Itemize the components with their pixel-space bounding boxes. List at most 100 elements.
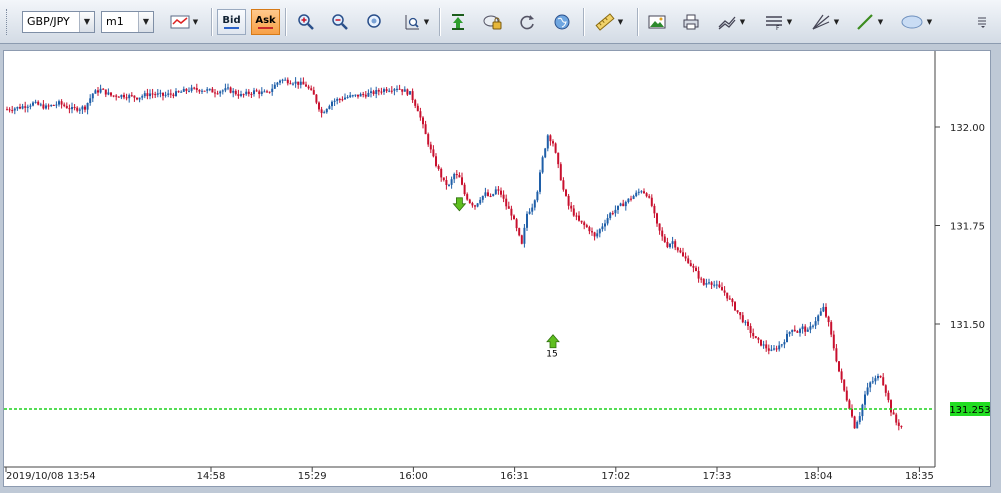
candle-body	[221, 90, 224, 92]
candle-body	[793, 329, 796, 332]
candle-body	[715, 284, 718, 286]
candle-body	[297, 81, 300, 85]
auto-scroll-icon	[452, 14, 464, 30]
candle-body	[692, 266, 695, 268]
candle-body	[52, 105, 55, 107]
horizontal-lines-icon: F	[765, 16, 782, 31]
fan-lines-button[interactable]: ▼	[805, 9, 845, 35]
candle-body	[734, 302, 736, 311]
candle-body	[843, 379, 846, 391]
candle-body	[362, 94, 365, 96]
time-tick-label: 18:04	[804, 471, 833, 482]
candle-body	[34, 101, 37, 103]
candle-body	[263, 91, 266, 93]
candle-body	[396, 88, 398, 90]
indicators-button[interactable]: ▼	[711, 9, 751, 35]
search-zoom-button[interactable]: ▼	[396, 9, 436, 35]
candle-body	[125, 97, 128, 99]
candle-body	[260, 91, 263, 95]
candle-body	[50, 105, 53, 107]
candle-body	[879, 375, 882, 378]
zoom-fit-button[interactable]	[360, 9, 388, 35]
candle-body	[440, 168, 443, 178]
candle-body	[198, 89, 201, 92]
candle-body	[78, 109, 81, 111]
refresh-button[interactable]	[513, 9, 541, 35]
price-chart[interactable]: 131.50 131.75 132.00 2019/10/08 13:54 14:58…	[4, 51, 991, 486]
candle-body	[214, 92, 216, 94]
candle-body	[377, 90, 380, 92]
screenshot-button[interactable]	[643, 9, 671, 35]
candle-body	[523, 227, 526, 244]
zoom-out-button[interactable]	[326, 9, 354, 35]
bid-button[interactable]: Bid	[217, 9, 246, 35]
candle-body	[123, 94, 125, 98]
trade-markers: 15	[452, 197, 560, 360]
candle-body	[708, 282, 710, 284]
candle-body	[845, 390, 848, 401]
candle-body	[466, 194, 469, 200]
ask-button[interactable]: Ask	[251, 9, 280, 35]
candle-body	[424, 124, 427, 135]
horizontal-lines-button[interactable]: F ▼	[758, 9, 798, 35]
candle-body	[284, 79, 287, 81]
candle-body	[164, 94, 167, 96]
candle-body	[861, 404, 864, 417]
candle-body	[565, 189, 567, 196]
candle-body	[671, 241, 674, 244]
shapes-button[interactable]: ▼	[894, 9, 938, 35]
auto-scroll-button[interactable]	[444, 9, 472, 35]
chart-type-button[interactable]: ▼	[164, 9, 204, 35]
candle-body	[658, 223, 661, 231]
candle-body	[458, 175, 461, 178]
candle-body	[172, 94, 175, 97]
timeframe-select[interactable]: m1 ▼	[101, 11, 154, 33]
candle-body	[94, 90, 97, 94]
zoom-in-button[interactable]	[292, 9, 320, 35]
globe-icon	[554, 14, 570, 30]
candle-body	[513, 215, 515, 220]
time-tick-label: 14:58	[197, 471, 226, 482]
candle-body	[775, 348, 778, 350]
symbol-select[interactable]: GBP/JPY ▼	[22, 11, 95, 33]
candle-body	[476, 203, 479, 207]
candle-body	[718, 284, 721, 288]
lock-chart-button[interactable]	[479, 9, 507, 35]
refresh-icon	[520, 15, 534, 30]
candle-body	[354, 94, 357, 96]
candle-body	[201, 90, 203, 92]
candle-body	[294, 81, 297, 84]
print-button[interactable]	[677, 9, 705, 35]
toolbar-grip[interactable]	[6, 9, 10, 35]
toolbar-options-button[interactable]	[970, 9, 994, 35]
candle-body	[869, 382, 872, 388]
ruler-button[interactable]: ▼	[589, 9, 629, 35]
candle-body	[175, 91, 177, 97]
candle-body	[442, 177, 445, 181]
candle-body	[853, 416, 856, 429]
candle-body	[450, 179, 453, 185]
candle-body	[128, 95, 131, 99]
candle-body	[682, 252, 684, 257]
candle-body	[453, 173, 456, 180]
candle-body	[292, 83, 294, 85]
candle-body	[130, 95, 133, 97]
candle-body	[336, 99, 339, 101]
globe-button[interactable]	[548, 9, 576, 35]
candle-body	[752, 333, 755, 337]
chart-area[interactable]: 131.50 131.75 132.00 2019/10/08 13:54 14:58…	[3, 50, 991, 487]
candle-body	[702, 279, 705, 285]
candle-body	[414, 100, 417, 106]
candle-body	[406, 89, 409, 95]
candle-body	[437, 165, 440, 169]
candle-body	[63, 104, 66, 106]
candle-body	[380, 91, 383, 93]
candle-body	[146, 93, 149, 97]
candle-body	[167, 93, 170, 95]
candle-body	[58, 101, 60, 105]
candle-body	[188, 90, 190, 92]
candle-body	[136, 97, 138, 100]
candle-body	[307, 86, 310, 89]
trendline-button[interactable]: ▼	[849, 9, 889, 35]
candle-body	[520, 235, 523, 244]
